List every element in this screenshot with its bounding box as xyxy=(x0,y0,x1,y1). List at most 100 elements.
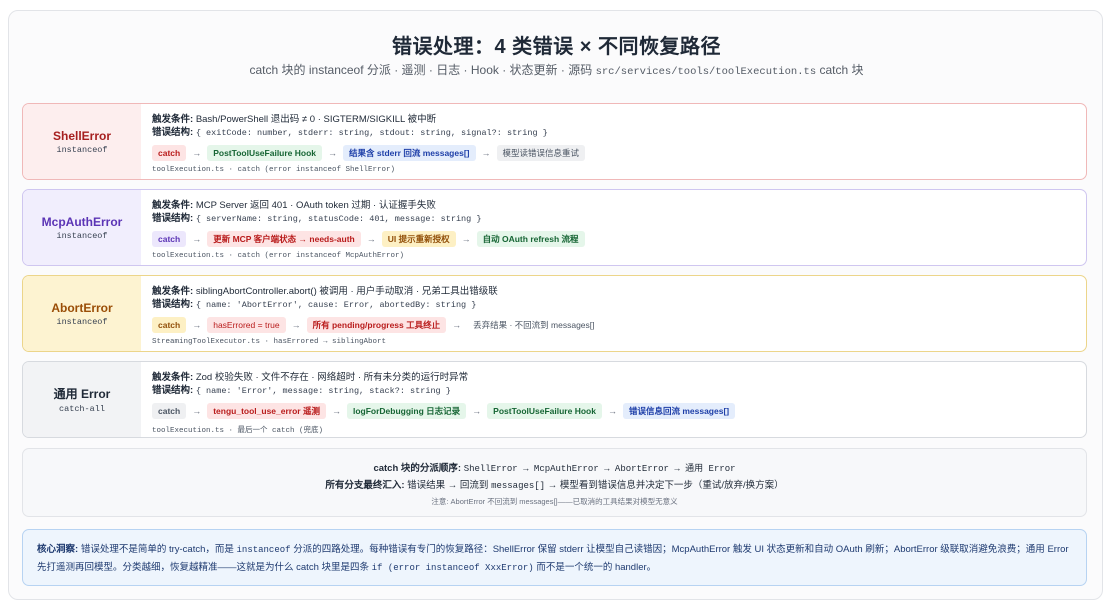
insight-text-1: 错误处理不是简单的 try-catch，而是 xyxy=(80,544,234,555)
insight-code-1: instanceof xyxy=(236,545,291,555)
recovery-flow: catch → PostToolUseFailure Hook → 结果含 st… xyxy=(152,144,1078,161)
merge-text-b: → 模型看到错误信息并决定下一步（重试/放弃/换方案） xyxy=(547,480,784,491)
flow-step: catch xyxy=(152,402,187,419)
trigger-text: siblingAbortController.abort() 被调用 · 用户手… xyxy=(195,286,498,297)
insight-label: 核心洞察: xyxy=(37,544,79,555)
flow-step: 更新 MCP 客户端状态 → needs-auth xyxy=(207,230,361,247)
dispatch-order-sequence: ShellError → McpAuthError → AbortError →… xyxy=(463,464,736,474)
generic-error-card: 通用 Error catch-all 触发条件: Zod 校验失败 · 文件不存… xyxy=(22,361,1087,438)
struct-text: { serverName: string, statusCode: 401, m… xyxy=(195,214,482,224)
error-type-name: McpAuthError xyxy=(41,214,123,229)
merge-text-a: 错误结果 → 回流到 xyxy=(407,480,489,491)
flow-step: 丢弃结果 · 不回流到 messages[] xyxy=(473,319,595,330)
insight-text-3: 而不是一个统一的 handler。 xyxy=(536,562,657,573)
struct-text: { name: 'AbortError', cause: Error, abor… xyxy=(195,300,477,310)
flow-step: 所有 pending/progress 工具终止 xyxy=(306,316,447,333)
struct-label: 错误结构: xyxy=(152,385,194,396)
flow-step: 自动 OAuth refresh 流程 xyxy=(476,230,585,247)
struct-text: { name: 'Error', message: string, stack?… xyxy=(195,386,451,396)
merge-line: 所有分支最终汇入: 错误结果 → 回流到 messages[] → 模型看到错误… xyxy=(23,477,1086,491)
dispatch-order-line: catch 块的分派顺序: ShellError → McpAuthError … xyxy=(23,460,1086,474)
abort-error-card: AbortError instanceof 触发条件: siblingAbort… xyxy=(22,275,1087,352)
trigger-label: 触发条件: xyxy=(152,372,194,383)
error-structure: 错误结构: { exitCode: number, stderr: string… xyxy=(152,126,1078,139)
error-dispatch-kind: catch-all xyxy=(59,404,105,414)
source-reference: toolExecution.ts · catch (error instance… xyxy=(152,166,396,174)
abort-error-body: 触发条件: siblingAbortController.abort() 被调用… xyxy=(152,285,1078,346)
flow-arrow: → xyxy=(192,147,202,158)
recovery-flow: catch → tengu_tool_use_error 遥测 → logFor… xyxy=(152,402,1078,419)
mcp-auth-error-card: McpAuthError instanceof 触发条件: MCP Server… xyxy=(22,189,1087,266)
shell-error-body: 触发条件: Bash/PowerShell 退出码 ≠ 0 · SIGTERM/… xyxy=(152,113,1078,174)
subtitle-prefix: catch 块的 instanceof 分派 · 遥测 · 日志 · Hook … xyxy=(249,63,593,77)
trigger-text: Bash/PowerShell 退出码 ≠ 0 · SIGTERM/SIGKIL… xyxy=(195,114,437,125)
flow-step: 错误信息回流 messages[] xyxy=(622,402,736,419)
insight-code-2: if (error instanceof XxxError) xyxy=(371,563,534,573)
flow-arrow: → xyxy=(328,147,338,158)
flow-arrow: → xyxy=(481,147,491,158)
flow-arrow: → xyxy=(192,319,202,330)
mcp-auth-error-side: McpAuthError instanceof xyxy=(23,190,141,265)
flow-arrow: → xyxy=(331,405,341,416)
trigger-condition: 触发条件: MCP Server 返回 401 · OAuth token 过期… xyxy=(152,199,1078,212)
flow-arrow: → xyxy=(192,233,202,244)
subtitle-source-path: src/services/tools/toolExecution.ts xyxy=(595,66,817,78)
flow-step: tengu_tool_use_error 遥测 xyxy=(207,402,326,419)
flow-step: 结果含 stderr 回流 messages[] xyxy=(343,144,476,161)
error-dispatch-kind: instanceof xyxy=(56,230,108,241)
merge-label: 所有分支最终汇入: xyxy=(325,480,405,491)
page-title: 错误处理：4 类错误 × 不同恢复路径 xyxy=(392,36,721,58)
flow-arrow: → xyxy=(472,405,482,416)
error-dispatch-kind: instanceof xyxy=(56,316,108,327)
merge-code: messages[] xyxy=(491,481,546,491)
flow-step: catch xyxy=(152,230,187,247)
struct-text: { exitCode: number, stderr: string, stdo… xyxy=(195,128,548,138)
flow-step: catch xyxy=(152,316,187,333)
generic-error-body: 触发条件: Zod 校验失败 · 文件不存在 · 网络超时 · 所有未分类的运行… xyxy=(152,371,1078,435)
flow-step: hasErrored = true xyxy=(207,316,286,333)
struct-label: 错误结构: xyxy=(152,127,194,138)
flow-arrow: → xyxy=(461,233,471,244)
flow-arrow: → xyxy=(607,405,617,416)
subtitle-suffix: catch 块 xyxy=(819,63,864,77)
dispatch-order-panel: catch 块的分派顺序: ShellError → McpAuthError … xyxy=(22,448,1087,517)
flow-step: UI 提示重新授权 xyxy=(381,230,456,247)
shell-error-card: ShellError instanceof 触发条件: Bash/PowerSh… xyxy=(22,103,1087,180)
page-subtitle: catch 块的 instanceof 分派 · 遥测 · 日志 · Hook … xyxy=(0,61,1113,78)
trigger-condition: 触发条件: siblingAbortController.abort() 被调用… xyxy=(152,285,1078,298)
error-dispatch-kind: instanceof xyxy=(56,144,108,155)
shell-error-side: ShellError instanceof xyxy=(23,104,141,179)
trigger-condition: 触发条件: Zod 校验失败 · 文件不存在 · 网络超时 · 所有未分类的运行… xyxy=(152,371,1078,384)
abort-error-side: AbortError instanceof xyxy=(23,276,141,351)
flow-arrow: → xyxy=(452,319,462,330)
source-reference: StreamingToolExecutor.ts · hasErrored → … xyxy=(152,338,387,346)
trigger-text: MCP Server 返回 401 · OAuth token 过期 · 认证握… xyxy=(195,200,436,211)
flow-arrow: → xyxy=(291,319,301,330)
error-type-name: 通用 Error xyxy=(53,387,111,401)
flow-step: 模型读错误信息重试 xyxy=(496,144,586,161)
source-reference: toolExecution.ts · catch (error instance… xyxy=(152,252,405,260)
recovery-flow: catch → hasErrored = true → 所有 pending/p… xyxy=(152,316,1078,333)
flow-arrow: → xyxy=(192,405,202,416)
core-insight-panel: 核心洞察: 错误处理不是简单的 try-catch，而是 instanceof … xyxy=(22,529,1087,586)
flow-arrow: → xyxy=(366,233,376,244)
trigger-label: 触发条件: xyxy=(152,200,194,211)
source-reference: toolExecution.ts · 最后一个 catch (兜底) xyxy=(152,427,324,435)
abort-note: 注意: AbortError 不回流到 messages[]——已取消的工具结果… xyxy=(431,497,678,506)
error-structure: 错误结构: { serverName: string, statusCode: … xyxy=(152,212,1078,225)
trigger-condition: 触发条件: Bash/PowerShell 退出码 ≠ 0 · SIGTERM/… xyxy=(152,113,1078,126)
trigger-text: Zod 校验失败 · 文件不存在 · 网络超时 · 所有未分类的运行时异常 xyxy=(195,372,469,383)
trigger-label: 触发条件: xyxy=(152,286,194,297)
flow-step: logForDebugging 日志记录 xyxy=(346,402,467,419)
error-type-name: AbortError xyxy=(51,300,113,315)
flow-step: PostToolUseFailure Hook xyxy=(207,144,323,161)
generic-error-side: 通用 Error catch-all xyxy=(23,362,141,437)
error-type-name: ShellError xyxy=(52,128,112,143)
struct-label: 错误结构: xyxy=(152,299,194,310)
recovery-flow: catch → 更新 MCP 客户端状态 → needs-auth → UI 提… xyxy=(152,230,1078,247)
mcp-auth-error-body: 触发条件: MCP Server 返回 401 · OAuth token 过期… xyxy=(152,199,1078,260)
flow-step: PostToolUseFailure Hook xyxy=(487,402,602,419)
error-structure: 错误结构: { name: 'Error', message: string, … xyxy=(152,384,1078,397)
struct-label: 错误结构: xyxy=(152,213,194,224)
error-structure: 错误结构: { name: 'AbortError', cause: Error… xyxy=(152,298,1078,311)
